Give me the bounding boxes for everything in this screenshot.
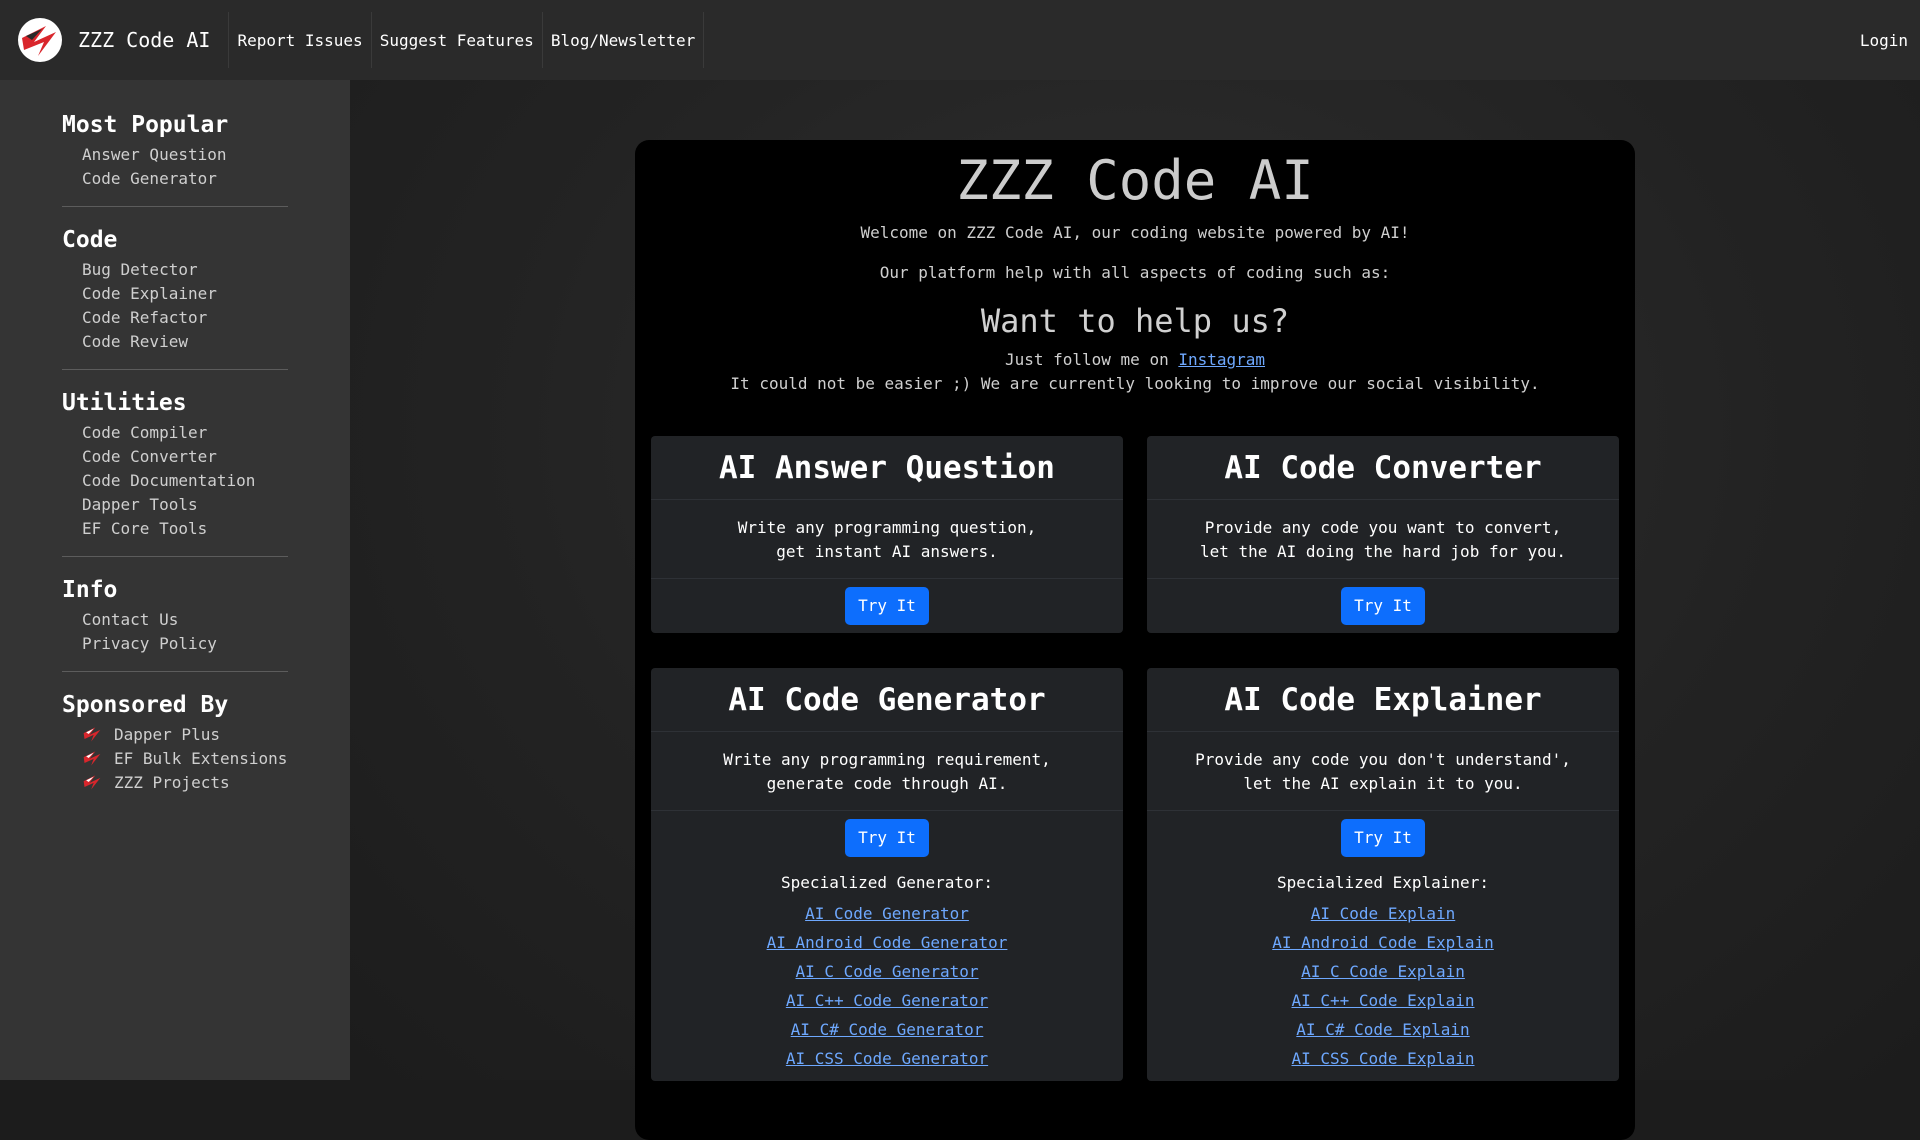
card-desc-line: generate code through AI. [766,774,1008,793]
sidebar-item-code-explainer[interactable]: Code Explainer [62,281,288,305]
specialized-list: Specialized Generator: AI Code Generator… [651,857,1123,1073]
sidebar-section-sponsored: Sponsored By Dapper Plus EF Bulk Extensi… [62,690,288,810]
follow-prefix: Just follow me on [1004,350,1179,369]
sidebar-item-privacy-policy[interactable]: Privacy Policy [62,631,288,655]
specialized-link[interactable]: AI CSS Code Generator [651,1044,1123,1073]
follow-line-2: It could not be easier ;) We are current… [730,374,1540,393]
specialized-link[interactable]: AI Android Code Generator [651,928,1123,957]
sponsor-label: Dapper Plus [114,724,220,744]
sidebar-item-dapper-tools[interactable]: Dapper Tools [62,492,288,516]
main-content: ZZZ Code AI Welcome on ZZZ Code AI, our … [350,80,1920,1140]
specialized-link[interactable]: AI Android Code Explain [1147,928,1619,957]
specialized-link[interactable]: AI CSS Code Explain [1147,1044,1619,1073]
specialized-title: Specialized Generator: [781,873,993,892]
card-title: AI Code Converter [1147,436,1619,500]
sponsor-label: ZZZ Projects [114,772,230,792]
zzz-logo-icon [18,18,62,62]
sponsor-zzz-projects[interactable]: ZZZ Projects [62,770,288,794]
page-title: ZZZ Code AI [956,149,1314,212]
specialized-link[interactable]: AI Code Explain [1147,899,1619,928]
nav-blog-newsletter[interactable]: Blog/Newsletter [541,12,705,68]
card-footer: Try It [651,579,1123,633]
sidebar-section-title: Sponsored By [62,692,229,718]
card-footer: Try It Specialized Generator: AI Code Ge… [651,811,1123,1081]
try-it-button[interactable]: Try It [1341,587,1425,625]
sponsor-label: EF Bulk Extensions [114,748,288,768]
sidebar-section-title: Utilities [62,390,187,416]
brand-name: ZZZ Code AI [78,28,211,52]
specialized-link[interactable]: AI C# Code Generator [651,1015,1123,1044]
sidebar-item-code-review[interactable]: Code Review [62,329,288,353]
card-title: AI Answer Question [651,436,1123,500]
sidebar-section-most-popular: Most Popular Answer Question Code Genera… [62,110,288,207]
card-desc-line: let the AI doing the hard job for you. [1199,542,1567,561]
specialized-link[interactable]: AI C Code Generator [651,957,1123,986]
sponsor-dapper-plus[interactable]: Dapper Plus [62,722,288,746]
card-description: Provide any code you want to convert, le… [1147,500,1619,579]
card-footer: Try It [1147,579,1619,633]
brand-link[interactable]: ZZZ Code AI [0,0,228,80]
try-it-button[interactable]: Try It [845,587,929,625]
sidebar-section-title: Info [62,577,118,603]
nav-report-issues[interactable]: Report Issues [228,12,370,68]
card-desc-line: let the AI explain it to you. [1243,774,1523,793]
card-desc-line: Provide any code you don't understand', [1195,750,1571,769]
sidebar-section-utilities: Utilities Code Compiler Code Converter C… [62,388,288,557]
help-title: Want to help us? [980,302,1290,340]
nav-suggest-features[interactable]: Suggest Features [370,12,542,68]
sidebar-item-bug-detector[interactable]: Bug Detector [62,257,288,281]
try-it-button[interactable]: Try It [1341,819,1425,857]
sidebar-item-code-compiler[interactable]: Code Compiler [62,420,288,444]
card-description: Write any programming question, get inst… [651,500,1123,579]
zzz-logo-icon [83,751,101,766]
sidebar-item-contact-us[interactable]: Contact Us [62,607,288,631]
instagram-link[interactable]: Instagram [1178,350,1265,369]
specialized-link[interactable]: AI Code Generator [651,899,1123,928]
card-answer-question: AI Answer Question Write any programming… [651,436,1123,633]
card-code-converter: AI Code Converter Provide any code you w… [1147,436,1619,633]
card-title: AI Code Generator [651,668,1123,732]
specialized-title: Specialized Explainer: [1277,873,1489,892]
sidebar-item-code-generator[interactable]: Code Generator [62,166,288,190]
specialized-list: Specialized Explainer: AI Code Explain A… [1147,857,1619,1073]
sidebar-item-code-refactor[interactable]: Code Refactor [62,305,288,329]
card-description: Provide any code you don't understand', … [1147,732,1619,811]
welcome-text: Welcome on ZZZ Code AI, our coding websi… [860,223,1410,242]
card-desc-line: Write any programming question, [737,518,1037,537]
card-desc-line: get instant AI answers. [776,542,998,561]
sidebar-section-title: Code [62,227,118,253]
specialized-link[interactable]: AI C Code Explain [1147,957,1619,986]
sidebar-section-info: Info Contact Us Privacy Policy [62,575,288,672]
sponsor-ef-bulk-extensions[interactable]: EF Bulk Extensions [62,746,288,770]
sidebar-item-code-documentation[interactable]: Code Documentation [62,468,288,492]
hero-panel: ZZZ Code AI Welcome on ZZZ Code AI, our … [635,140,1635,1140]
sidebar-item-code-converter[interactable]: Code Converter [62,444,288,468]
sidebar-item-answer-question[interactable]: Answer Question [62,142,288,166]
sidebar-section-code: Code Bug Detector Code Explainer Code Re… [62,225,288,370]
zzz-logo-icon [83,727,101,742]
card-desc-line: Write any programming requirement, [723,750,1051,769]
card-footer: Try It Specialized Explainer: AI Code Ex… [1147,811,1619,1081]
platform-text: Our platform help with all aspects of co… [879,263,1391,282]
specialized-link[interactable]: AI C# Code Explain [1147,1015,1619,1044]
login-link[interactable]: Login [1860,31,1920,50]
specialized-link[interactable]: AI C++ Code Generator [651,986,1123,1015]
sidebar-section-title: Most Popular [62,112,229,138]
card-description: Write any programming requirement, gener… [651,732,1123,811]
card-title: AI Code Explainer [1147,668,1619,732]
specialized-link[interactable]: AI C++ Code Explain [1147,986,1619,1015]
card-code-explainer: AI Code Explainer Provide any code you d… [1147,668,1619,1081]
sidebar-item-ef-core-tools[interactable]: EF Core Tools [62,516,288,540]
top-navbar: ZZZ Code AI Report Issues Suggest Featur… [0,0,1920,80]
try-it-button[interactable]: Try It [845,819,929,857]
card-desc-line: Provide any code you want to convert, [1204,518,1562,537]
sidebar: Most Popular Answer Question Code Genera… [0,80,350,1080]
zzz-logo-icon [83,775,101,790]
follow-line: Just follow me on Instagram [635,348,1635,372]
card-code-generator: AI Code Generator Write any programming … [651,668,1123,1081]
